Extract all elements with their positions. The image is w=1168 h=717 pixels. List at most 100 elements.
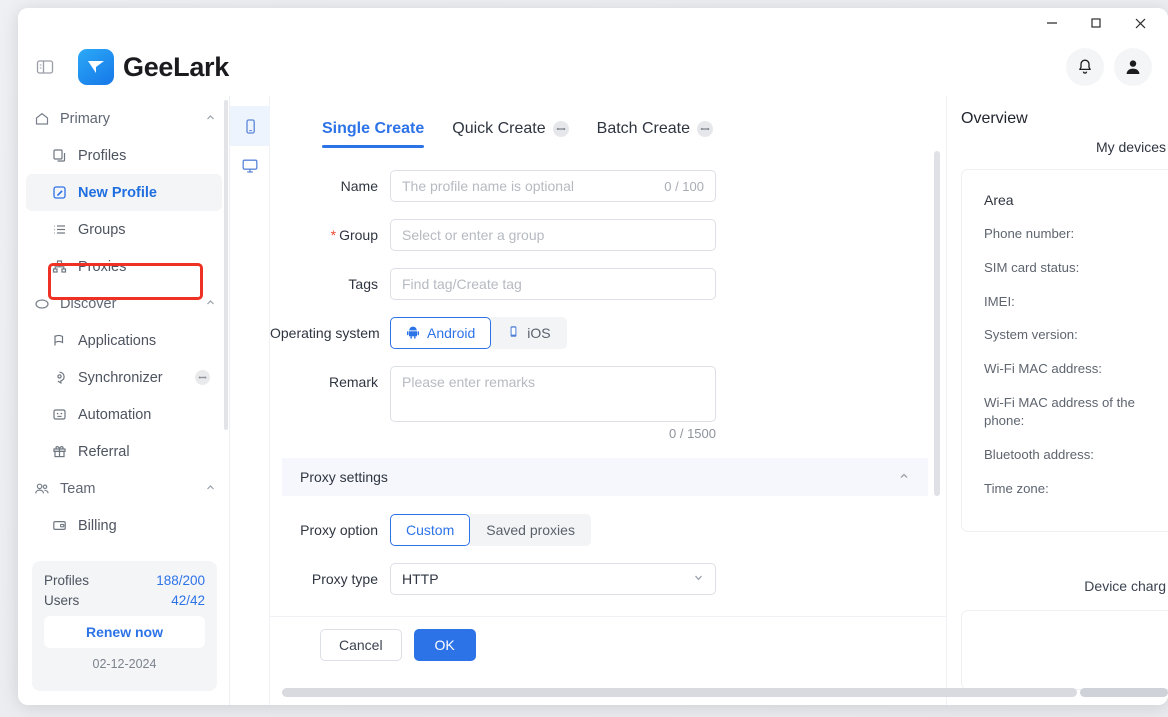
device-charge-label: Device charg [1084, 578, 1166, 595]
sidebar-item-referral[interactable]: Referral [26, 433, 222, 470]
new-profile-icon [52, 185, 76, 200]
remark-textarea[interactable]: Please enter remarks [390, 366, 716, 422]
field-row-remark: Remark Please enter remarks 0 / 1500 [270, 366, 946, 441]
phone-device-icon[interactable] [230, 106, 270, 146]
plan-users-label: Users [44, 593, 80, 608]
field-row-tags: Tags Find tag/Create tag [270, 268, 946, 300]
ios-phone-icon [507, 325, 520, 341]
remark-counter: 0 / 1500 [669, 426, 716, 441]
renew-now-button[interactable]: Renew now [44, 616, 205, 648]
sidebar-item-profiles[interactable]: Profiles [26, 137, 222, 174]
overview-subtitle: My devices [1095, 139, 1166, 155]
badge-icon [195, 370, 210, 385]
proxy-option-label-text: Saved proxies [486, 522, 575, 538]
bell-icon[interactable] [1066, 48, 1104, 86]
field-row-group: * Group Select or enter a group [270, 219, 946, 251]
overview-field: Wi-Fi MAC address of the phone: [984, 395, 1135, 428]
field-row-proxy-type: Proxy type HTTP [270, 563, 946, 595]
tab-quick-create[interactable]: Quick Create [452, 120, 569, 148]
name-input[interactable]: The profile name is optional 0 / 100 [390, 170, 716, 202]
window-titlebar [18, 8, 1168, 38]
window-controls [1030, 8, 1162, 38]
overview-field: Bluetooth address: [984, 446, 1094, 462]
geelark-app-window: GeeLark Primary Profiles New Profile Gro… [18, 8, 1168, 705]
tab-single-create[interactable]: Single Create [322, 120, 425, 148]
panel-toggle-icon[interactable] [32, 54, 58, 80]
sidebar-item-label: Groups [78, 221, 126, 238]
overview-field: System version: [984, 327, 1078, 343]
proxy-option-custom[interactable]: Custom [390, 514, 471, 546]
sidebar-item-automation[interactable]: Automation [26, 396, 222, 433]
form-scrollbar[interactable] [934, 151, 940, 496]
sidebar-item-label: Automation [78, 406, 152, 423]
plan-profiles-label: Profiles [44, 573, 90, 588]
brand-name: GeeLark [123, 51, 229, 82]
chevron-up-icon [205, 296, 216, 312]
discover-cloud-icon [34, 296, 56, 312]
user-avatar-icon[interactable] [1114, 48, 1152, 86]
horizontal-scrollbar[interactable] [282, 688, 1168, 697]
sidebar-group-primary[interactable]: Primary [18, 100, 230, 137]
cancel-button[interactable]: Cancel [320, 628, 402, 661]
proxy-type-select[interactable]: HTTP [390, 563, 716, 595]
close-button[interactable] [1118, 9, 1162, 37]
os-option-ios[interactable]: iOS [491, 317, 567, 349]
sidebar: Primary Profiles New Profile Groups Prox… [18, 96, 230, 705]
create-mode-tabs: Single Create Quick Create Batch Create [270, 96, 946, 148]
android-icon [406, 325, 420, 342]
proxy-settings-section-header[interactable]: Proxy settings [282, 458, 928, 496]
sidebar-group-label: Primary [60, 110, 110, 127]
tab-label: Quick Create [452, 120, 546, 137]
desktop-device-icon[interactable] [230, 146, 270, 186]
sidebar-item-synchronizer[interactable]: Synchronizer [26, 359, 222, 396]
form-fields: Name The profile name is optional 0 / 10… [270, 148, 946, 595]
create-profile-form: Single Create Quick Create Batch Create [270, 96, 946, 656]
operating-system-label: Operating system [270, 325, 380, 341]
name-placeholder: The profile name is optional [402, 178, 574, 194]
proxy-option-label-text: Custom [406, 522, 455, 538]
sidebar-item-label: Synchronizer [78, 369, 163, 386]
sidebar-scrollbar[interactable] [224, 100, 228, 430]
chevron-up-icon [205, 111, 216, 127]
overview-device-card: Area Phone number: SIM card status: IMEI… [961, 169, 1168, 533]
tags-placeholder: Find tag/Create tag [402, 276, 522, 292]
sidebar-item-proxies[interactable]: Proxies [26, 248, 222, 285]
horizontal-scrollbar-thumb-secondary[interactable] [1080, 688, 1168, 697]
referral-gift-icon [52, 444, 76, 459]
profiles-icon [52, 148, 76, 163]
sidebar-item-groups[interactable]: Groups [26, 211, 222, 248]
horizontal-scrollbar-thumb[interactable] [282, 688, 1077, 697]
group-input[interactable]: Select or enter a group [390, 219, 716, 251]
brand-logo-group: GeeLark [78, 49, 229, 85]
proxy-option-segmented-control: Custom Saved proxies [390, 514, 591, 546]
field-row-operating-system: Operating system Android iOS [270, 317, 946, 349]
maximize-button[interactable] [1074, 9, 1118, 37]
sidebar-item-applications[interactable]: Applications [26, 322, 222, 359]
geelark-logo-icon [78, 49, 114, 85]
sidebar-nav: Primary Profiles New Profile Groups Prox… [18, 96, 230, 544]
main-content: Single Create Quick Create Batch Create [230, 96, 1168, 705]
proxy-type-label: Proxy type [311, 571, 378, 587]
tab-batch-create[interactable]: Batch Create [597, 120, 714, 148]
badge-icon [697, 121, 714, 137]
overview-title: Overview [961, 110, 1028, 127]
os-option-android[interactable]: Android [390, 317, 492, 349]
app-header: GeeLark [18, 38, 1168, 96]
chevron-up-icon[interactable] [898, 469, 910, 485]
overview-area-label: Area [984, 192, 1014, 208]
tab-label: Single Create [322, 120, 425, 137]
ok-button[interactable]: OK [413, 628, 476, 661]
proxy-option-saved-proxies[interactable]: Saved proxies [470, 514, 591, 546]
tags-input[interactable]: Find tag/Create tag [390, 268, 716, 300]
sidebar-group-discover[interactable]: Discover [18, 285, 230, 322]
minimize-button[interactable] [1030, 9, 1074, 37]
device-type-rail [230, 96, 270, 705]
sidebar-item-billing[interactable]: Billing [26, 507, 222, 544]
field-row-name: Name The profile name is optional 0 / 10… [270, 170, 946, 202]
proxy-settings-title: Proxy settings [300, 469, 388, 485]
sidebar-item-new-profile[interactable]: New Profile [26, 174, 222, 211]
team-people-icon [34, 481, 56, 497]
sidebar-group-team[interactable]: Team [18, 470, 230, 507]
name-label: Name [340, 178, 378, 194]
sidebar-item-label: Billing [78, 517, 117, 534]
